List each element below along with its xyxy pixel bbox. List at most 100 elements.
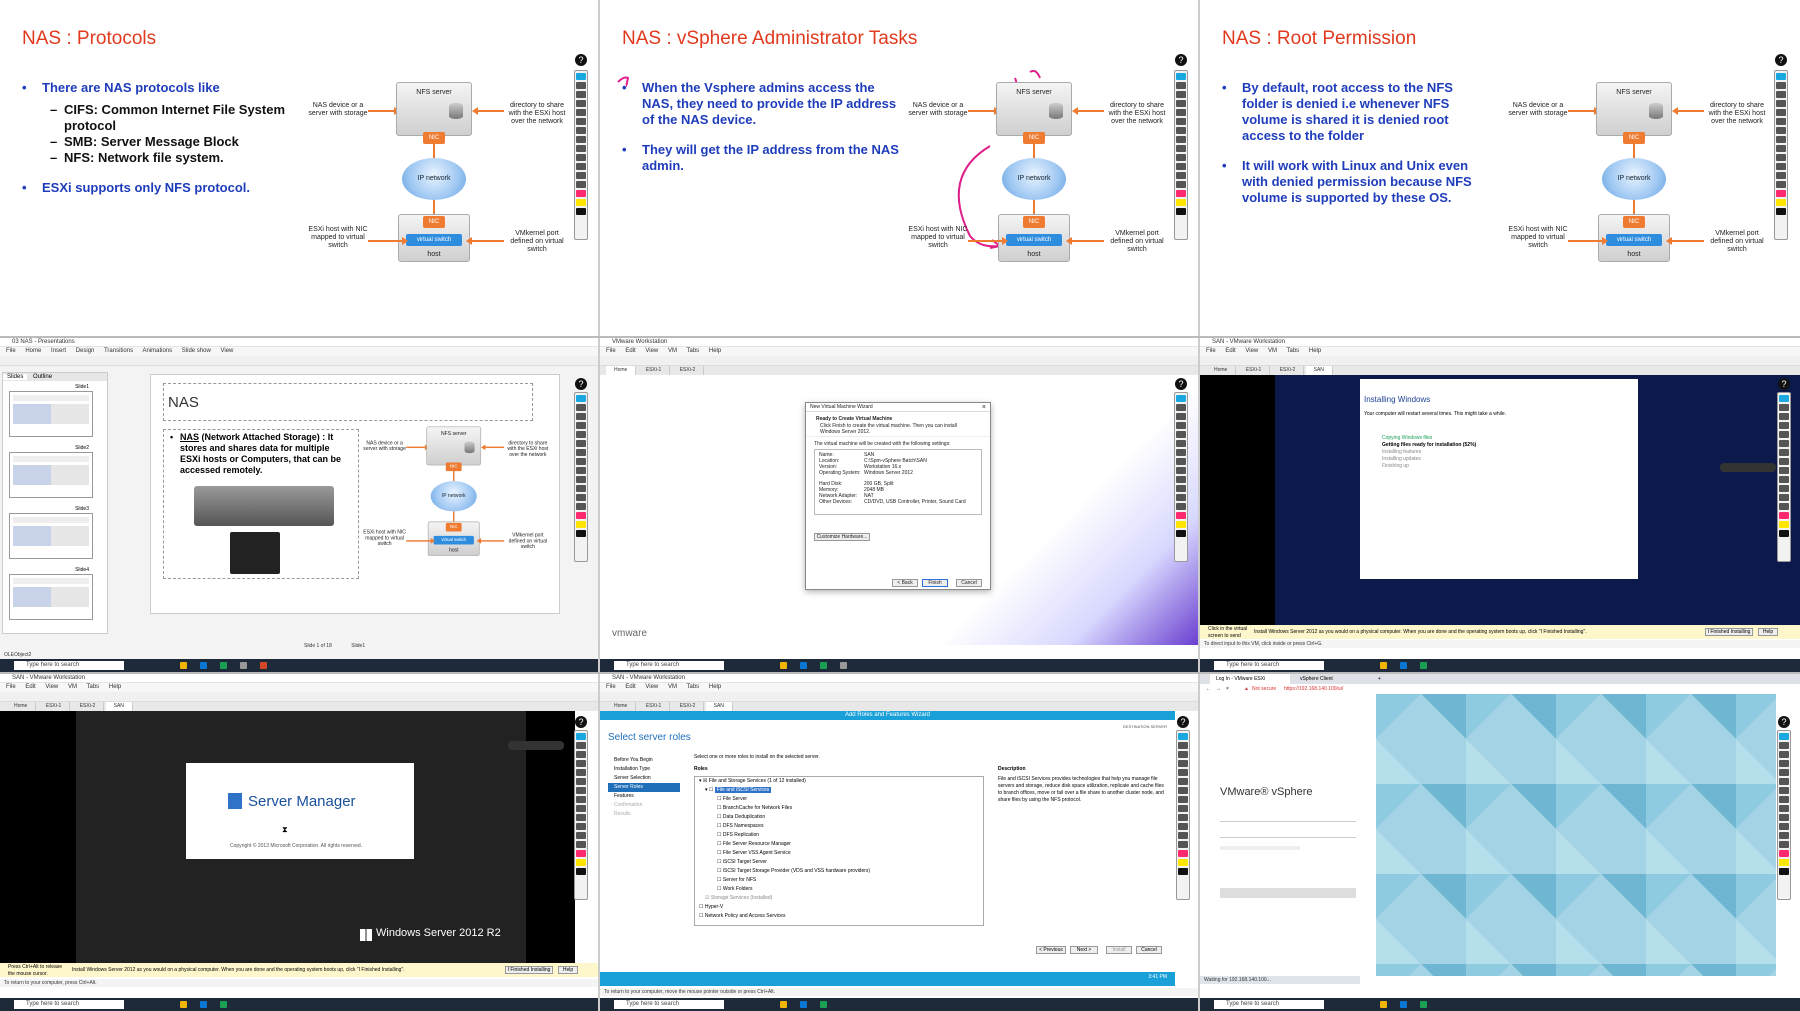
help-icon[interactable]: ? <box>1175 378 1187 390</box>
tab-outline[interactable]: Outline <box>29 374 56 380</box>
help-icon[interactable]: ? <box>1778 716 1790 728</box>
toolbar[interactable] <box>600 692 1198 702</box>
tab-esxi-2[interactable]: ESXi-2 <box>1272 366 1305 375</box>
back-icon[interactable]: ← <box>1206 684 1211 694</box>
vm-player-controls[interactable] <box>508 741 564 750</box>
help-icon[interactable]: ? <box>575 54 587 66</box>
tab-esxi-1[interactable]: ESXi-1 <box>38 702 71 711</box>
app-icon[interactable] <box>220 662 227 669</box>
role-item[interactable]: ☐ Server for NFS <box>699 876 983 885</box>
login-button[interactable] <box>1220 888 1356 898</box>
app-icon[interactable] <box>180 662 187 669</box>
customize-hardware-button[interactable]: Customize Hardware... <box>814 533 870 541</box>
tab-san[interactable]: SAN <box>1305 366 1333 375</box>
menu-item[interactable]: Tabs <box>87 684 100 690</box>
menu-item[interactable]: File <box>6 348 16 354</box>
close-icon[interactable]: × <box>982 404 986 411</box>
annotation-toolbar[interactable] <box>1174 70 1188 240</box>
tab-esxi-1[interactable]: ESXi-1 <box>638 702 671 711</box>
tab-home[interactable]: Home <box>606 702 637 711</box>
stop-icon[interactable]: × <box>1226 684 1229 694</box>
menu-item[interactable]: File <box>606 684 616 690</box>
app-icon[interactable] <box>200 662 207 669</box>
content-placeholder[interactable]: • NAS (Network Attached Storage) : It st… <box>163 429 359 579</box>
role-item-selected[interactable]: ▾ ☐ File and iSCSI Services <box>699 786 983 795</box>
taskbar-search[interactable]: Type here to search <box>14 1000 124 1009</box>
toolbar[interactable] <box>1200 356 1800 366</box>
username-field[interactable] <box>1220 814 1356 822</box>
annotation-toolbar[interactable] <box>574 730 588 900</box>
menu-item[interactable]: VM <box>668 684 677 690</box>
tab-san[interactable]: SAN <box>105 702 133 711</box>
menu-item[interactable]: Insert <box>51 348 66 354</box>
app-icon[interactable] <box>220 1001 227 1008</box>
browser-tab[interactable]: vSphere Client <box>1294 674 1374 684</box>
taskbar-search[interactable]: Type here to search <box>1214 1000 1324 1009</box>
nav-item-active[interactable]: Server Roles <box>608 783 680 792</box>
app-icon[interactable] <box>820 1001 827 1008</box>
menu-item[interactable]: View <box>1245 348 1258 354</box>
role-item[interactable]: ☐ DFS Namespaces <box>699 822 983 831</box>
role-item[interactable]: ▾ ☒ File and Storage Services (1 of 12 i… <box>699 777 983 786</box>
slide-thumbnail[interactable] <box>9 452 93 498</box>
roles-list[interactable]: ▾ ☒ File and Storage Services (1 of 12 i… <box>694 776 984 926</box>
app-icon[interactable] <box>240 662 247 669</box>
nav-item[interactable]: Before You Begin <box>608 756 680 765</box>
menu-item[interactable]: File <box>1206 348 1216 354</box>
password-field[interactable] <box>1220 830 1356 838</box>
app-icon[interactable] <box>260 662 267 669</box>
slide-editor[interactable]: NAS • NAS (Network Attached Storage) : I… <box>150 374 560 614</box>
tab-slides[interactable]: Slides <box>3 374 28 380</box>
forward-icon[interactable]: → <box>1216 684 1221 694</box>
menu-item[interactable]: Design <box>76 348 95 354</box>
menu-item[interactable]: Transitions <box>104 348 133 354</box>
app-icon[interactable] <box>1400 1001 1407 1008</box>
finished-installing-button[interactable]: I Finished Installing <box>1705 628 1753 636</box>
help-icon[interactable]: ? <box>1177 716 1189 728</box>
menu-item[interactable]: Help <box>1309 348 1321 354</box>
annotation-toolbar[interactable] <box>574 70 588 240</box>
menu-item[interactable]: VM <box>1268 348 1277 354</box>
tab-home[interactable]: Home <box>1206 366 1237 375</box>
annotation-toolbar[interactable] <box>1174 392 1188 562</box>
app-icon[interactable] <box>200 1001 207 1008</box>
taskbar-search[interactable]: Type here to search <box>614 661 724 670</box>
role-item[interactable]: ☐ File Server Resource Manager <box>699 840 983 849</box>
toolbar[interactable] <box>600 356 1198 366</box>
taskbar-search[interactable]: Type here to search <box>1214 661 1324 670</box>
annotation-toolbar[interactable] <box>1777 392 1791 562</box>
menu-item[interactable]: Edit <box>25 684 35 690</box>
tab-esxi-2[interactable]: ESXi-2 <box>672 366 705 375</box>
menu-item[interactable]: Animations <box>142 348 172 354</box>
app-icon[interactable] <box>1380 662 1387 669</box>
back-button[interactable]: < Back <box>892 579 918 587</box>
browser-tab[interactable]: Log In - VMware ESXi <box>1210 674 1290 684</box>
tab-home[interactable]: Home <box>6 702 37 711</box>
menu-item[interactable]: VM <box>668 348 677 354</box>
app-icon[interactable] <box>800 1001 807 1008</box>
help-button[interactable]: Help <box>558 966 578 974</box>
role-item[interactable]: ☐ BranchCache for Network Files <box>699 804 983 813</box>
slide-thumbnail[interactable] <box>9 391 93 437</box>
tab-esxi-2[interactable]: ESXi-2 <box>672 702 705 711</box>
cancel-button[interactable]: Cancel <box>956 579 982 587</box>
menu-item[interactable]: View <box>220 348 233 354</box>
role-item[interactable]: ☐ iSCSI Target Server <box>699 858 983 867</box>
menu-item[interactable]: Slide show <box>182 348 211 354</box>
toolbar[interactable] <box>0 692 598 702</box>
vm-screen[interactable]: Installing Windows Your computer will re… <box>1200 375 1800 625</box>
nav-item[interactable]: Server Selection <box>608 774 680 783</box>
menu-item[interactable]: Home <box>25 348 41 354</box>
windows-auth-checkbox[interactable] <box>1220 846 1300 850</box>
url-field[interactable]: https://192.168.140.100/ui/ <box>1284 684 1343 694</box>
annotation-toolbar[interactable] <box>574 392 588 562</box>
menu-item[interactable]: Tabs <box>687 348 700 354</box>
help-button[interactable]: Help <box>1758 628 1778 636</box>
menu-item[interactable]: Help <box>109 684 121 690</box>
title-placeholder[interactable]: NAS <box>163 383 533 421</box>
menu-item[interactable]: File <box>606 348 616 354</box>
app-icon[interactable] <box>1400 662 1407 669</box>
role-item[interactable]: ☐ Work Folders <box>699 885 983 894</box>
tab-home[interactable]: Home <box>606 366 637 375</box>
menu-item[interactable]: View <box>645 684 658 690</box>
